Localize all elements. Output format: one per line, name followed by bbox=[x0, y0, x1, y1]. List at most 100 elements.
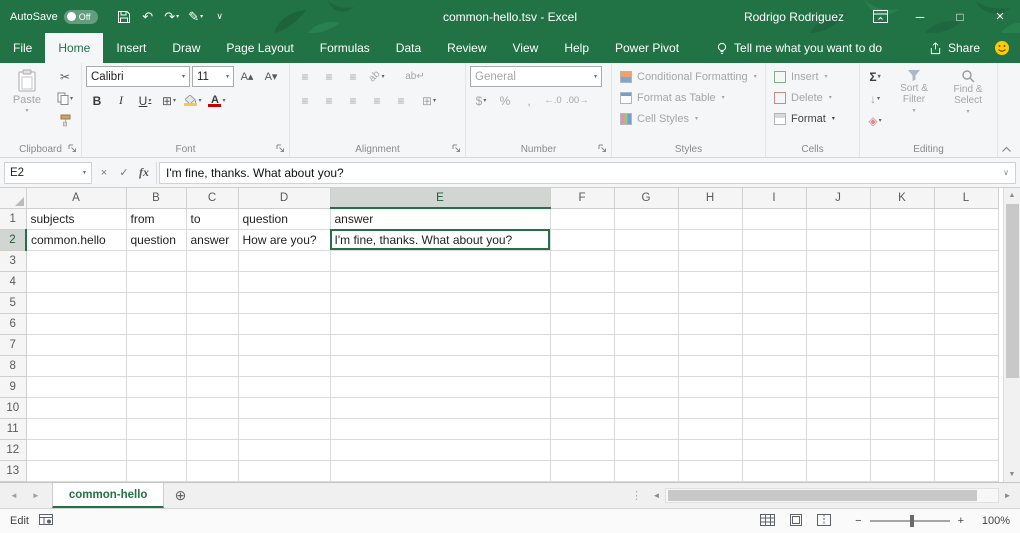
format-as-table-button[interactable]: Format as Table ▾ bbox=[616, 87, 763, 108]
vertical-scroll-thumb[interactable] bbox=[1006, 204, 1019, 378]
cell-B8[interactable] bbox=[126, 355, 186, 376]
page-break-preview-button[interactable] bbox=[817, 514, 831, 529]
top-align-button[interactable]: ≡ bbox=[294, 66, 316, 87]
column-header-A[interactable]: A bbox=[26, 188, 126, 208]
cell-J10[interactable] bbox=[806, 397, 870, 418]
cell-I12[interactable] bbox=[742, 439, 806, 460]
zoom-percentage[interactable]: 100% bbox=[974, 515, 1010, 527]
cell-C10[interactable] bbox=[186, 397, 238, 418]
align-center-button[interactable]: ≡ bbox=[318, 90, 340, 111]
tab-home[interactable]: Home bbox=[45, 33, 103, 63]
paste-button[interactable]: Paste ▾ bbox=[4, 66, 50, 131]
tab-review[interactable]: Review bbox=[434, 33, 499, 63]
customize-quick-access-button[interactable]: ∨ bbox=[208, 4, 232, 30]
cell-E13[interactable] bbox=[330, 460, 550, 481]
cell-F3[interactable] bbox=[550, 250, 614, 271]
fill-color-button[interactable]: ▾ bbox=[182, 90, 204, 111]
cell-F6[interactable] bbox=[550, 313, 614, 334]
cell-G1[interactable] bbox=[614, 208, 678, 229]
cell-E4[interactable] bbox=[330, 271, 550, 292]
decrease-decimal-button[interactable]: .00→ bbox=[566, 90, 589, 111]
cell-I9[interactable] bbox=[742, 376, 806, 397]
cell-H4[interactable] bbox=[678, 271, 742, 292]
cell-D13[interactable] bbox=[238, 460, 330, 481]
cell-A5[interactable] bbox=[26, 292, 126, 313]
cell-A2[interactable]: common.hello bbox=[26, 229, 126, 250]
tab-draw[interactable]: Draw bbox=[159, 33, 213, 63]
cell-B13[interactable] bbox=[126, 460, 186, 481]
cell-E1[interactable]: answer bbox=[330, 208, 550, 229]
cell-D12[interactable] bbox=[238, 439, 330, 460]
row-header-11[interactable]: 11 bbox=[0, 418, 26, 439]
cell-K4[interactable] bbox=[870, 271, 934, 292]
cell-F11[interactable] bbox=[550, 418, 614, 439]
column-header-K[interactable]: K bbox=[870, 188, 934, 208]
cell-K12[interactable] bbox=[870, 439, 934, 460]
column-header-B[interactable]: B bbox=[126, 188, 186, 208]
cell-F10[interactable] bbox=[550, 397, 614, 418]
cell-F5[interactable] bbox=[550, 292, 614, 313]
cell-H8[interactable] bbox=[678, 355, 742, 376]
column-header-C[interactable]: C bbox=[186, 188, 238, 208]
find-select-button[interactable]: Find & Select ▾ bbox=[942, 66, 994, 131]
tell-me-box[interactable]: Tell me what you want to do bbox=[716, 33, 882, 63]
decrease-font-size-button[interactable]: A▾ bbox=[260, 66, 282, 87]
cell-H7[interactable] bbox=[678, 334, 742, 355]
cell-J13[interactable] bbox=[806, 460, 870, 481]
sort-filter-button[interactable]: Sort & Filter ▾ bbox=[888, 66, 940, 131]
cell-L8[interactable] bbox=[934, 355, 998, 376]
cell-D10[interactable] bbox=[238, 397, 330, 418]
cell-G11[interactable] bbox=[614, 418, 678, 439]
cell-K10[interactable] bbox=[870, 397, 934, 418]
cell-J2[interactable] bbox=[806, 229, 870, 250]
cell-D2[interactable]: How are you? bbox=[238, 229, 330, 250]
cell-B9[interactable] bbox=[126, 376, 186, 397]
cell-B4[interactable] bbox=[126, 271, 186, 292]
cell-K9[interactable] bbox=[870, 376, 934, 397]
cell-D5[interactable] bbox=[238, 292, 330, 313]
cell-H9[interactable] bbox=[678, 376, 742, 397]
cell-K6[interactable] bbox=[870, 313, 934, 334]
cell-J4[interactable] bbox=[806, 271, 870, 292]
scroll-up-icon[interactable]: ▲ bbox=[1009, 188, 1016, 203]
pen-mode-button[interactable]: ✎ ▾ bbox=[184, 4, 208, 30]
cell-I11[interactable] bbox=[742, 418, 806, 439]
cell-F4[interactable] bbox=[550, 271, 614, 292]
font-dialog-launcher[interactable] bbox=[276, 144, 286, 154]
row-header-9[interactable]: 9 bbox=[0, 376, 26, 397]
zoom-in-button[interactable]: + bbox=[958, 515, 964, 527]
minimize-button[interactable]: ─ bbox=[900, 0, 940, 33]
cell-J9[interactable] bbox=[806, 376, 870, 397]
cell-A13[interactable] bbox=[26, 460, 126, 481]
conditional-formatting-button[interactable]: Conditional Formatting ▾ bbox=[616, 66, 763, 87]
row-header-8[interactable]: 8 bbox=[0, 355, 26, 376]
autosave-toggle[interactable]: AutoSave Off bbox=[10, 10, 98, 24]
copy-button[interactable]: ▾ bbox=[54, 88, 76, 109]
tab-file[interactable]: File bbox=[0, 33, 45, 63]
cell-L5[interactable] bbox=[934, 292, 998, 313]
cell-A12[interactable] bbox=[26, 439, 126, 460]
cell-E9[interactable] bbox=[330, 376, 550, 397]
cell-I1[interactable] bbox=[742, 208, 806, 229]
tab-scroll-splitter[interactable]: ⋮ bbox=[625, 483, 648, 508]
cell-I2[interactable] bbox=[742, 229, 806, 250]
alignment-dialog-launcher[interactable] bbox=[452, 144, 462, 154]
cell-I6[interactable] bbox=[742, 313, 806, 334]
cell-F2[interactable] bbox=[550, 229, 614, 250]
cell-C6[interactable] bbox=[186, 313, 238, 334]
font-size-select[interactable]: 11 ▾ bbox=[192, 66, 234, 87]
vertical-scroll-track[interactable] bbox=[1004, 203, 1020, 467]
cell-L2[interactable] bbox=[934, 229, 998, 250]
clipboard-dialog-launcher[interactable] bbox=[68, 144, 78, 154]
collapse-ribbon-button[interactable] bbox=[1001, 146, 1012, 153]
redo-button[interactable]: ↷ ▾ bbox=[160, 4, 184, 30]
cell-E5[interactable] bbox=[330, 292, 550, 313]
tab-power-pivot[interactable]: Power Pivot bbox=[602, 33, 692, 63]
vertical-scrollbar[interactable]: ▲ ▼ bbox=[1003, 188, 1020, 482]
next-sheet-icon[interactable]: ► bbox=[32, 491, 40, 500]
column-header-J[interactable]: J bbox=[806, 188, 870, 208]
tab-insert[interactable]: Insert bbox=[103, 33, 159, 63]
enter-button[interactable]: ✓ bbox=[114, 163, 134, 183]
tab-help[interactable]: Help bbox=[551, 33, 602, 63]
cell-H2[interactable] bbox=[678, 229, 742, 250]
